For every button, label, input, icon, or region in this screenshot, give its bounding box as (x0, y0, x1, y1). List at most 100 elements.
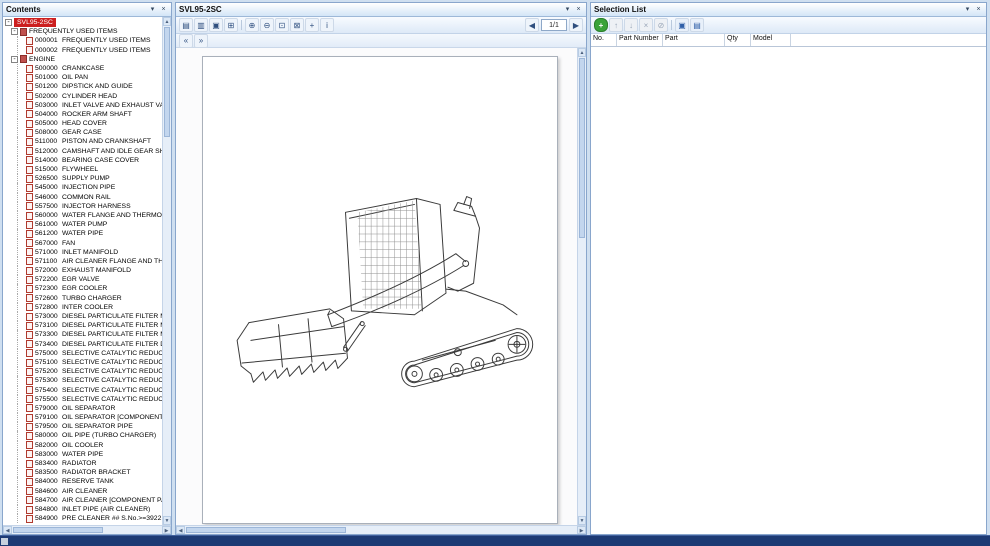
tree-row[interactable]: - SVL95-2SC (3, 18, 162, 27)
tree-row[interactable]: 502000 CYLINDER HEAD (3, 92, 162, 101)
scroll-right-icon[interactable]: ▶ (162, 526, 171, 534)
scroll-left-icon[interactable]: ◀ (3, 526, 12, 534)
panel-menu-icon[interactable]: ▾ (148, 5, 157, 14)
tree-row[interactable]: 575500 SELECTIVE CATALYTIC REDUCTI (3, 395, 162, 404)
tree-row[interactable]: 572600 TURBO CHARGER (3, 294, 162, 303)
tree-row[interactable]: 583500 RADIATOR BRACKET (3, 468, 162, 477)
tree-row[interactable]: 580000 OIL PIPE (TURBO CHARGER) (3, 431, 162, 440)
tree-row[interactable]: 582000 OIL COOLER (3, 441, 162, 450)
tree-row[interactable]: 503000 INLET VALVE AND EXHAUST VALV (3, 101, 162, 110)
tree-row[interactable]: 573000 DIESEL PARTICULATE FILTER MU (3, 312, 162, 321)
close-icon[interactable]: × (974, 5, 983, 14)
scrollbar-thumb[interactable] (13, 527, 103, 533)
tree-row[interactable]: 584700 AIR CLEANER [COMPONENT PAR (3, 496, 162, 505)
info-icon[interactable]: i (320, 18, 334, 32)
tree-row[interactable]: 572200 EGR VALVE (3, 275, 162, 284)
tree-row[interactable]: 575300 SELECTIVE CATALYTIC REDUCTI (3, 376, 162, 385)
column-header[interactable]: Qty (725, 34, 751, 46)
tree-row[interactable]: 560000 WATER FLANGE AND THERMOSTA (3, 211, 162, 220)
tree-row[interactable]: 526500 SUPPLY PUMP (3, 174, 162, 183)
column-header[interactable]: Part (663, 34, 725, 46)
move-up-icon[interactable]: ↑ (609, 18, 623, 32)
diagram-canvas[interactable] (176, 48, 577, 525)
tree-row[interactable]: 584600 AIR CLEANER (3, 487, 162, 496)
tree-row[interactable]: 571000 INLET MANIFOLD (3, 248, 162, 257)
tree-row[interactable]: 572300 EGR COOLER (3, 284, 162, 293)
scrollbar-track[interactable] (163, 138, 171, 516)
scroll-up-icon[interactable]: ▲ (578, 48, 586, 57)
tree-row[interactable]: 579000 OIL SEPARATOR (3, 404, 162, 413)
delete-row-icon[interactable]: × (639, 18, 653, 32)
scrollbar-thumb[interactable] (186, 527, 346, 533)
tree-row[interactable]: 501200 DIPSTICK AND GUIDE (3, 82, 162, 91)
tree-row[interactable]: 584900 PRE CLEANER ## S.No.>=3922 (3, 514, 162, 523)
tree-row[interactable]: 000002 FREQUENTLY USED ITEMS (3, 46, 162, 55)
tree-row[interactable]: 512000 CAMSHAFT AND IDLE GEAR SHAF (3, 147, 162, 156)
save-image-icon[interactable]: ▣ (209, 18, 223, 32)
scroll-left-icon[interactable]: ◀ (176, 526, 185, 534)
tree-row[interactable]: - ENGINE (3, 55, 162, 64)
tree-row[interactable]: 573100 DIESEL PARTICULATE FILTER MU (3, 321, 162, 330)
tree-row[interactable]: 584800 INLET PIPE (AIR CLEANER) (3, 505, 162, 514)
selection-table-body[interactable] (591, 47, 986, 534)
tree-row[interactable]: 561200 WATER PIPE (3, 229, 162, 238)
scrollbar-track[interactable] (104, 526, 162, 534)
contents-vertical-scrollbar[interactable]: ▲ ▼ (162, 17, 171, 525)
scroll-down-icon[interactable]: ▼ (163, 516, 171, 525)
scroll-right-icon[interactable]: ▶ (577, 526, 586, 534)
zoom-in-icon[interactable]: ⊕ (245, 18, 259, 32)
tree-row[interactable]: 505000 HEAD COVER (3, 119, 162, 128)
scroll-up-icon[interactable]: ▲ (163, 17, 171, 26)
print-icon[interactable]: ▤ (179, 18, 193, 32)
first-sheet-icon[interactable]: « (179, 34, 193, 48)
close-icon[interactable]: × (159, 5, 168, 14)
viewer-horizontal-scrollbar[interactable]: ◀ ▶ (176, 525, 586, 534)
tree-row[interactable]: 572800 INTER COOLER (3, 303, 162, 312)
tree-expander-icon[interactable]: - (11, 56, 18, 63)
export-list-icon[interactable]: ▣ (675, 18, 689, 32)
close-icon[interactable]: × (574, 5, 583, 14)
tree-row[interactable]: 573300 DIESEL PARTICULATE FILTER MU (3, 330, 162, 339)
column-header[interactable]: No. (591, 34, 617, 46)
scrollbar-track[interactable] (578, 239, 586, 516)
copy-icon[interactable]: ⊞ (224, 18, 238, 32)
viewer-vertical-scrollbar[interactable]: ▲ ▼ (577, 48, 586, 525)
tree-row[interactable]: 575100 SELECTIVE CATALYTIC REDUCTI (3, 358, 162, 367)
tree-row[interactable]: 573400 DIESEL PARTICULATE FILTER DI (3, 340, 162, 349)
column-header[interactable]: Model (751, 34, 791, 46)
pan-icon[interactable]: + (305, 18, 319, 32)
zoom-area-icon[interactable]: ⊡ (275, 18, 289, 32)
tree-row[interactable]: 557500 INJECTOR HARNESS (3, 202, 162, 211)
add-part-icon[interactable]: + (594, 18, 608, 32)
tree-row[interactable]: - FREQUENTLY USED ITEMS (3, 27, 162, 36)
tree-row[interactable]: 511000 PISTON AND CRANKSHAFT (3, 137, 162, 146)
tree-row[interactable]: 500000 CRANKCASE (3, 64, 162, 73)
tree-expander-icon[interactable]: - (5, 19, 12, 26)
prev-page-icon[interactable]: ◀ (525, 18, 539, 32)
tree-row[interactable]: 504000 ROCKER ARM SHAFT (3, 110, 162, 119)
tree-row[interactable]: 561000 WATER PUMP (3, 220, 162, 229)
scroll-down-icon[interactable]: ▼ (578, 516, 586, 525)
tree-expander-icon[interactable]: - (11, 28, 18, 35)
panel-menu-icon[interactable]: ▾ (563, 5, 572, 14)
clear-list-icon[interactable]: ⊘ (654, 18, 668, 32)
tree-row[interactable]: 571100 AIR CLEANER FLANGE AND THRO (3, 257, 162, 266)
scrollbar-track[interactable] (347, 526, 577, 534)
tree-row[interactable]: 572000 EXHAUST MANIFOLD (3, 266, 162, 275)
tree-row[interactable]: 501000 OIL PAN (3, 73, 162, 82)
panel-menu-icon[interactable]: ▾ (963, 5, 972, 14)
fit-page-icon[interactable]: ⊠ (290, 18, 304, 32)
page-setup-icon[interactable]: ▥ (194, 18, 208, 32)
tree-row[interactable]: 000001 FREQUENTLY USED ITEMS (3, 36, 162, 45)
tree-row[interactable]: 575400 SELECTIVE CATALYTIC REDUCTI (3, 386, 162, 395)
tree-row[interactable]: 579500 OIL SEPARATOR PIPE (3, 422, 162, 431)
tree-row[interactable]: 515000 FLYWHEEL (3, 165, 162, 174)
tree-row[interactable]: 546000 COMMON RAIL (3, 193, 162, 202)
zoom-out-icon[interactable]: ⊖ (260, 18, 274, 32)
tree-row[interactable]: 545000 INJECTION PIPE (3, 183, 162, 192)
tree-row[interactable]: 583000 WATER PIPE (3, 450, 162, 459)
tree-row[interactable]: 579100 OIL SEPARATOR [COMPONENT PA (3, 413, 162, 422)
move-down-icon[interactable]: ↓ (624, 18, 638, 32)
tree-row[interactable]: 508000 GEAR CASE (3, 128, 162, 137)
tree-row[interactable]: 514000 BEARING CASE COVER (3, 156, 162, 165)
